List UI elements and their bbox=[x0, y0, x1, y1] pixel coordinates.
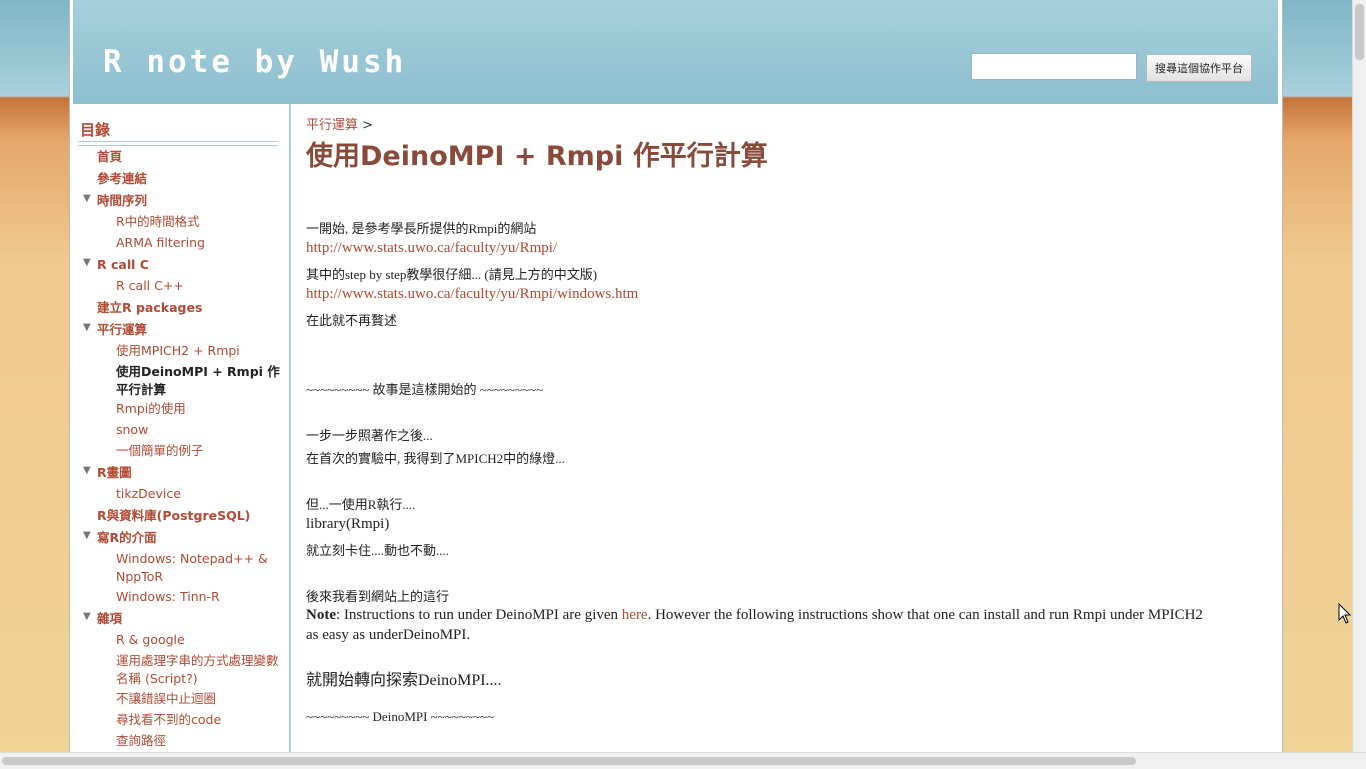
collapse-triangle-icon[interactable]: ▼ bbox=[83, 322, 91, 333]
sidebar-item-r-packages[interactable]: 建立R packages bbox=[97, 299, 202, 317]
note-paragraph: Note: Instructions to run under DeinoMPI… bbox=[306, 607, 1203, 624]
paragraph: 就開始轉向探索DeinoMPI.... bbox=[306, 672, 502, 689]
vertical-scrollbar[interactable] bbox=[1352, 0, 1366, 752]
sidebar-item-r-call-c[interactable]: R call C bbox=[97, 256, 149, 274]
paragraph: 但...一使用R執行.... bbox=[306, 497, 416, 512]
sidebar: 目錄 首頁 參考連結 ▼ 時間序列 R中的時間格式 ARMA filtering… bbox=[76, 104, 282, 752]
sidebar-item-postgresql[interactable]: R與資料庫(PostgreSQL) bbox=[97, 507, 250, 525]
sidebar-item-string-varnames[interactable]: 運用處理字串的方式處理變數名稱 (Script?) bbox=[116, 652, 281, 688]
breadcrumb-separator: > bbox=[362, 118, 374, 133]
sidebar-item-tinn-r[interactable]: Windows: Tinn-R bbox=[116, 588, 281, 606]
background-left bbox=[0, 0, 70, 768]
sidebar-item-r-plot[interactable]: R畫圖 bbox=[97, 464, 132, 482]
scrollbar-thumb[interactable] bbox=[1355, 4, 1364, 60]
site-header: R note by Wush 搜尋這個協作平台 bbox=[73, 0, 1278, 104]
here-link[interactable]: here bbox=[622, 607, 648, 623]
section-divider-text: ~~~~~~~~~ 故事是這樣開始的 ~~~~~~~~~ bbox=[306, 382, 544, 397]
sidebar-item-deinompi-rmpi[interactable]: 使用DeinoMPI + Rmpi 作平行計算 bbox=[116, 363, 281, 399]
sidebar-item-time-series[interactable]: 時間序列 bbox=[97, 192, 147, 210]
mouse-pointer-icon bbox=[1338, 603, 1352, 624]
collapse-triangle-icon[interactable]: ▼ bbox=[83, 465, 91, 476]
code-line: library(Rmpi) bbox=[306, 516, 390, 532]
sidebar-item-query-path[interactable]: 查詢路徑 bbox=[116, 732, 281, 750]
scrollbar-thumb[interactable] bbox=[2, 757, 1136, 765]
sidebar-item-home[interactable]: 首頁 bbox=[97, 148, 122, 166]
sidebar-item-arma-filtering[interactable]: ARMA filtering bbox=[116, 234, 281, 252]
sidebar-item-snow[interactable]: snow bbox=[116, 421, 281, 439]
sidebar-item-r-call-cpp[interactable]: R call C++ bbox=[116, 277, 281, 295]
sidebar-item-rmpi-usage[interactable]: Rmpi的使用 bbox=[116, 400, 281, 418]
note-text: as easy as underDeinoMPI. bbox=[306, 627, 471, 643]
main-content: 平行運算 > 使用DeinoMPI + Rmpi 作平行計算 一開始, 是參考學… bbox=[306, 104, 1266, 752]
search-button[interactable]: 搜尋這個協作平台 bbox=[1146, 54, 1252, 82]
site-title[interactable]: R note by Wush bbox=[103, 44, 406, 80]
background-right bbox=[1283, 0, 1352, 768]
sidebar-item-mpich2-rmpi[interactable]: 使用MPICH2 + Rmpi bbox=[116, 342, 281, 360]
sidebar-item-tikzdevice[interactable]: tikzDevice bbox=[116, 485, 281, 503]
sidebar-item-r-google[interactable]: R & google bbox=[116, 631, 281, 649]
sidebar-divider bbox=[289, 104, 291, 752]
toc-divider bbox=[78, 141, 278, 146]
note-text: : Instructions to run under DeinoMPI are… bbox=[336, 607, 622, 623]
rmpi-windows-link[interactable]: http://www.stats.uwo.ca/faculty/yu/Rmpi/… bbox=[306, 286, 638, 302]
paragraph: 在首次的實驗中, 我得到了MPICH2中的綠燈... bbox=[306, 451, 565, 466]
sidebar-item-misc[interactable]: 雜項 bbox=[97, 610, 122, 628]
sidebar-item-hidden-code[interactable]: 尋找看不到的code bbox=[116, 711, 281, 729]
sidebar-item-parallel[interactable]: 平行運算 bbox=[97, 321, 147, 339]
search-input[interactable] bbox=[971, 53, 1137, 80]
note-label: Note bbox=[306, 607, 336, 623]
rmpi-site-link[interactable]: http://www.stats.uwo.ca/faculty/yu/Rmpi/ bbox=[306, 240, 557, 256]
sidebar-item-r-interface[interactable]: 寫R的介面 bbox=[97, 529, 157, 547]
sidebar-item-simple-example[interactable]: 一個簡單的例子 bbox=[116, 442, 281, 460]
horizontal-scrollbar[interactable] bbox=[0, 752, 1366, 769]
paragraph: 一步一步照著作之後... bbox=[306, 428, 433, 443]
paragraph: 一開始, 是參考學長所提供的Rmpi的網站 bbox=[306, 221, 537, 236]
collapse-triangle-icon[interactable]: ▼ bbox=[83, 257, 91, 268]
breadcrumb: 平行運算 > bbox=[306, 114, 373, 133]
sidebar-item-error-loop[interactable]: 不讓錯誤中止迴圈 bbox=[116, 690, 281, 708]
toc-title: 目錄 bbox=[80, 121, 111, 139]
sidebar-item-r-time-format[interactable]: R中的時間格式 bbox=[116, 213, 281, 231]
page-title: 使用DeinoMPI + Rmpi 作平行計算 bbox=[306, 141, 768, 172]
sidebar-item-notepadpp[interactable]: Windows: Notepad++ & NppToR bbox=[116, 550, 281, 586]
paragraph: 在此就不再贅述 bbox=[306, 313, 398, 328]
sidebar-item-references[interactable]: 參考連結 bbox=[97, 170, 147, 188]
note-text: . However the following instructions sho… bbox=[647, 607, 1203, 623]
paragraph: 其中的step by step教學很仔細... (請見上方的中文版) bbox=[306, 267, 598, 282]
paragraph: 後來我看到網站上的這行 bbox=[306, 589, 450, 604]
section-divider-text: ~~~~~~~~~ DeinoMPI ~~~~~~~~~ bbox=[306, 709, 494, 724]
collapse-triangle-icon[interactable]: ▼ bbox=[83, 530, 91, 541]
paragraph: 就立刻卡住....動也不動.... bbox=[306, 543, 450, 558]
breadcrumb-link-parallel[interactable]: 平行運算 bbox=[306, 118, 358, 133]
collapse-triangle-icon[interactable]: ▼ bbox=[83, 193, 91, 204]
collapse-triangle-icon[interactable]: ▼ bbox=[83, 611, 91, 622]
